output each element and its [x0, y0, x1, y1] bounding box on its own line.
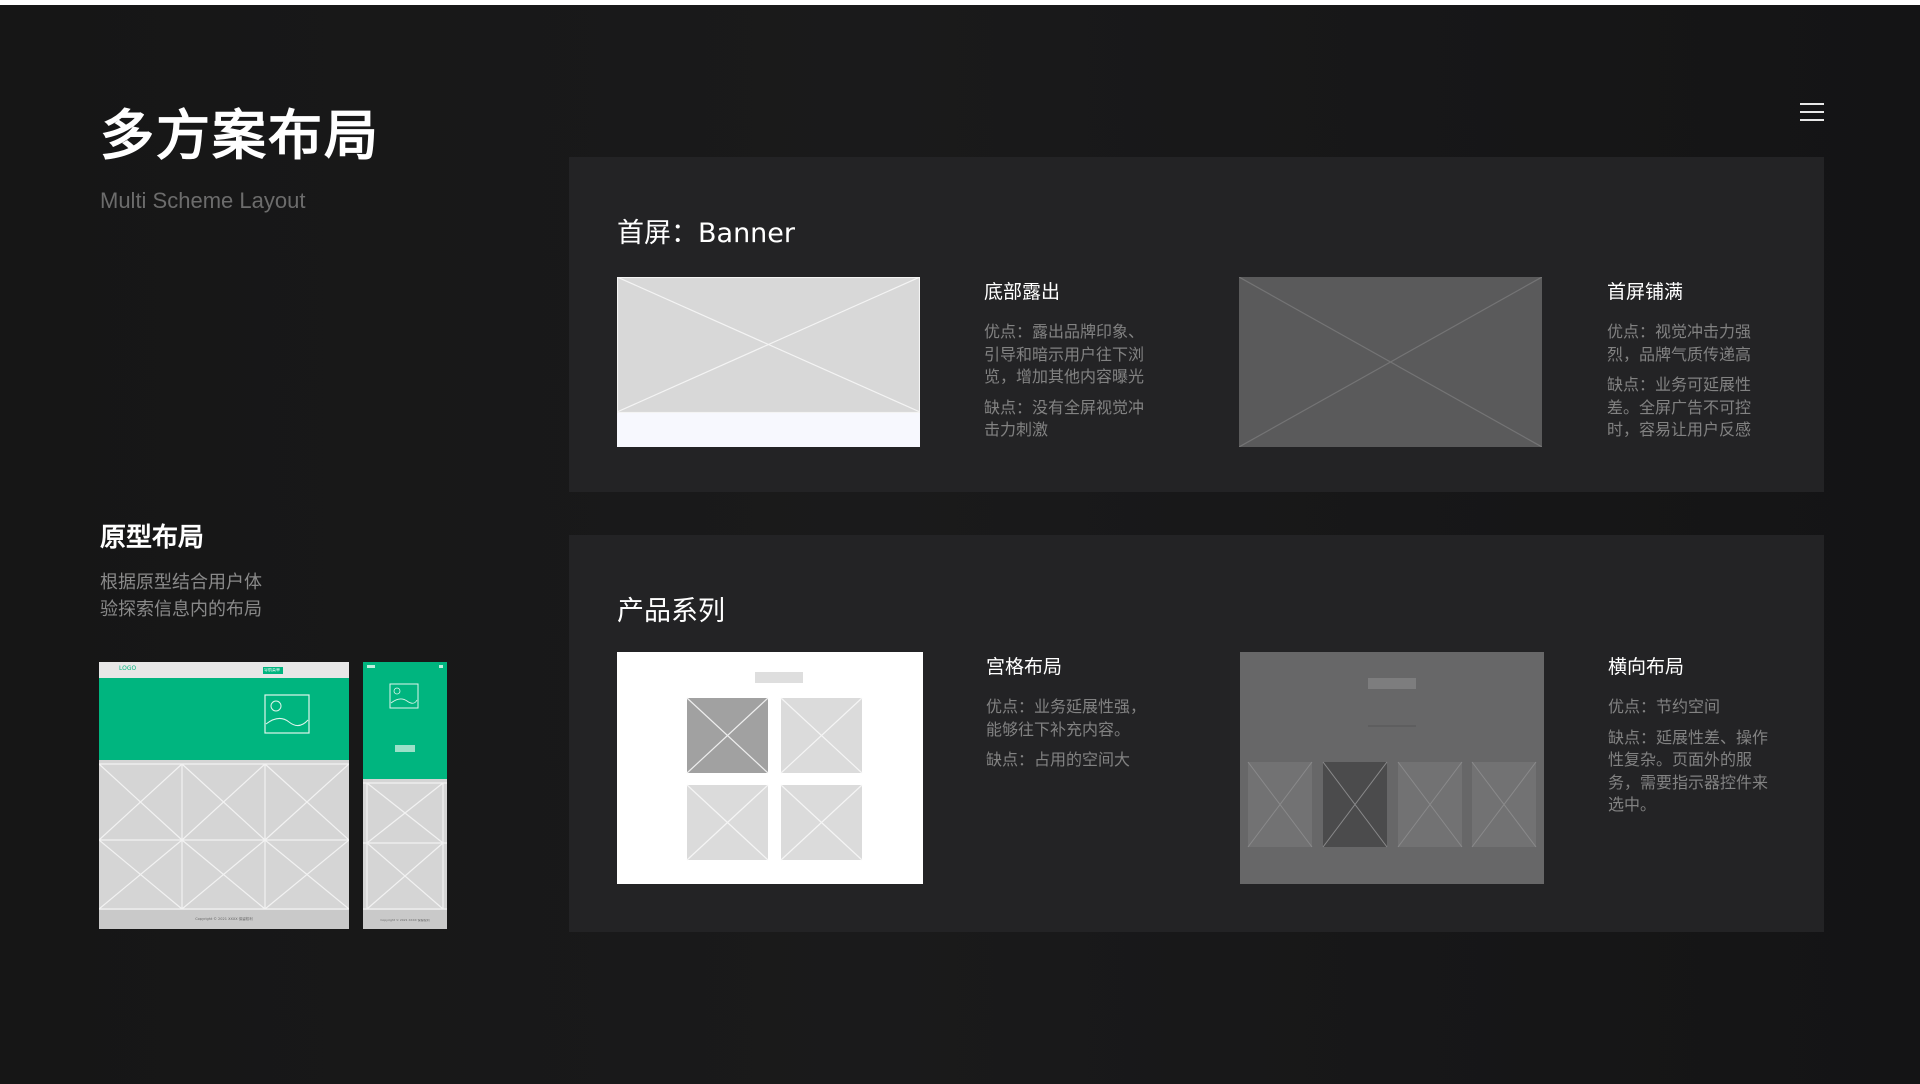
- item-cons: 缺点：占用的空间大: [986, 750, 1131, 769]
- item-description: 优点：视觉冲击力强烈，品牌气质传递高 缺点：业务可延展性差。全屏广告不可控时，容…: [1607, 321, 1759, 450]
- prototype-description-line: 验探索信息内的布局: [100, 599, 262, 620]
- item-cons: 缺点：延展性差、操作性复杂。页面外的服务，需要指示器控件来选中。: [1608, 727, 1769, 815]
- mobile-footer-text: Copyright © 2021 XXXX 保留权利: [380, 919, 430, 922]
- item-description: 优点：露出品牌印象、引导和暗示用户往下浏览，增加其他内容曝光 缺点：没有全屏视觉…: [984, 321, 1154, 450]
- section-title: 首屏：Banner: [617, 218, 796, 249]
- desktop-nav-button: 导航菜单: [264, 668, 280, 672]
- page-title: 多方案布局: [100, 104, 380, 167]
- item-pros: 优点：节约空间: [1608, 697, 1721, 716]
- wireframe-banner-fullscreen: [1239, 277, 1542, 447]
- item-title: 横向布局: [1608, 656, 1685, 678]
- page-subtitle: Multi Scheme Layout: [100, 188, 306, 213]
- product-series-panel: 产品系列 宫格布局 优点：业务延展性强，能够往下补充内容。 缺点：占用的空间大 …: [569, 535, 1824, 932]
- desktop-logo: LOGO: [119, 665, 137, 672]
- prototype-title: 原型布局: [100, 523, 205, 553]
- wireframe-grid-layout: [617, 652, 923, 884]
- item-pros: 优点：露出品牌印象、引导和暗示用户往下浏览，增加其他内容曝光: [984, 322, 1145, 386]
- prototype-description: 根据原型结合用户体 验探索信息内的布局: [100, 569, 300, 623]
- item-pros: 优点：视觉冲击力强烈，品牌气质传递高: [1607, 322, 1752, 364]
- prototype-description-line: 根据原型结合用户体: [100, 572, 262, 593]
- wireframe-banner-bottom-exposed: [617, 277, 920, 447]
- banner-section-panel: 首屏：Banner 底部露出 优点：露出品牌印象、引导和暗示用户往下浏览，增加其…: [569, 157, 1824, 492]
- wireframe-horizontal-layout: [1240, 652, 1544, 884]
- item-cons: 缺点：业务可延展性差。全屏广告不可控时，容易让用户反感: [1607, 375, 1752, 439]
- item-pros: 优点：业务延展性强，能够往下补充内容。: [986, 697, 1147, 739]
- item-title: 宫格布局: [986, 656, 1063, 678]
- slide: 多方案布局 Multi Scheme Layout 原型布局 根据原型结合用户体…: [0, 5, 1920, 1084]
- item-title: 底部露出: [984, 281, 1061, 303]
- desktop-wireframe: LOGO 导航菜单 Copyright © 2021 XXXX 保留权利: [99, 662, 349, 929]
- section-title: 产品系列: [617, 596, 725, 627]
- mobile-wireframe: Copyright © 2021 XXXX 保留权利: [363, 662, 447, 929]
- item-description: 优点：节约空间 缺点：延展性差、操作性复杂。页面外的服务，需要指示器控件来选中。: [1608, 696, 1780, 825]
- item-description: 优点：业务延展性强，能够往下补充内容。 缺点：占用的空间大: [986, 696, 1156, 780]
- desktop-footer-text: Copyright © 2021 XXXX 保留权利: [195, 917, 253, 921]
- hamburger-menu-icon[interactable]: [1800, 101, 1826, 123]
- item-cons: 缺点：没有全屏视觉冲击力刺激: [984, 397, 1145, 440]
- item-title: 首屏铺满: [1607, 281, 1684, 303]
